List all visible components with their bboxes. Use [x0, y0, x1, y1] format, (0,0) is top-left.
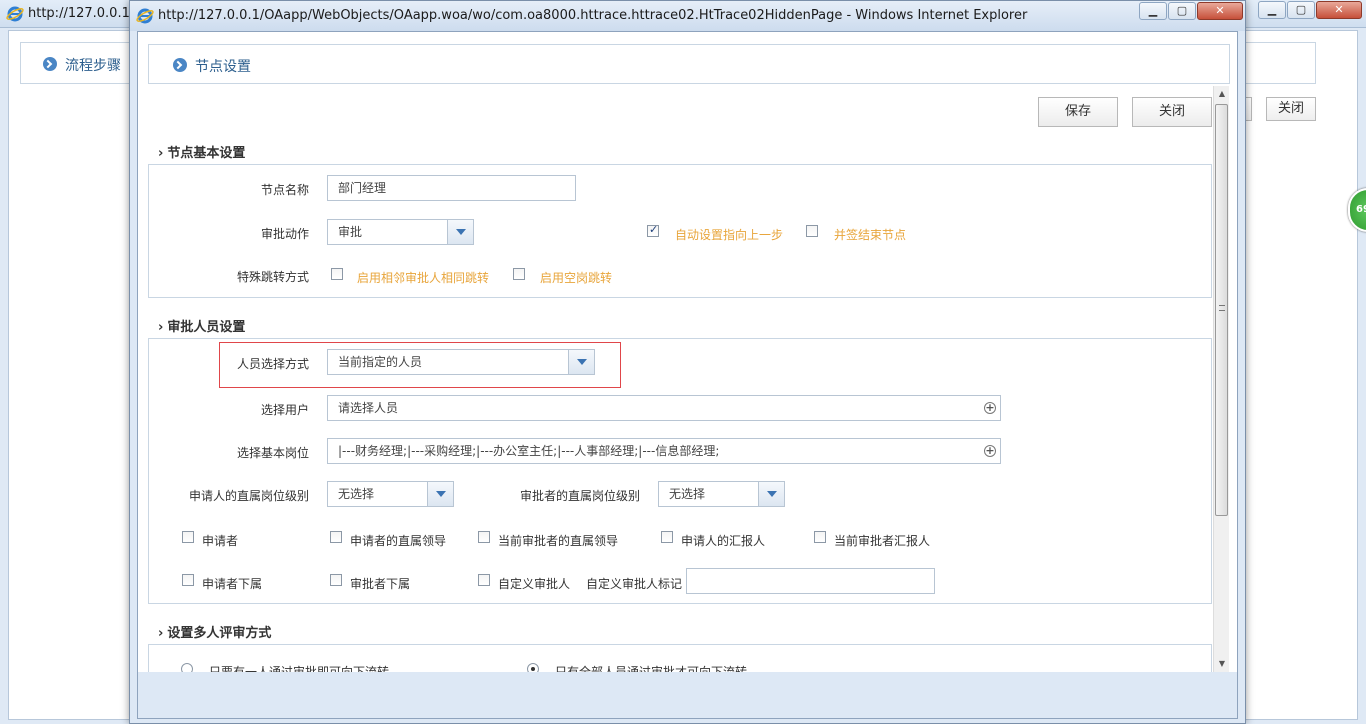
- ie-icon: [6, 6, 24, 22]
- multi-review-title: › 设置多人评审方式: [158, 626, 272, 641]
- basic-settings-title: › 节点基本设置: [158, 146, 246, 161]
- applicant-label: 申请者: [202, 534, 239, 548]
- auto-prev-checkbox[interactable]: [647, 223, 659, 237]
- custom-approver-checkbox[interactable]: [478, 574, 490, 586]
- approver-level-select[interactable]: 无选择: [658, 481, 785, 507]
- basic-settings-panel: 节点名称 部门经理 审批动作 审批 自动设置指向上一步 并签结束节点 特殊跳转方…: [148, 164, 1212, 298]
- node-name-label: 节点名称: [261, 183, 310, 197]
- scroll-down-icon[interactable]: ▼: [1214, 656, 1230, 672]
- chevron-right-icon: ›: [158, 320, 164, 335]
- approver-reporter-label: 当前审批者汇报人: [834, 534, 931, 548]
- ie-icon: [136, 8, 154, 24]
- add-circle-icon[interactable]: +: [984, 402, 996, 414]
- custom-marker-label: 自定义审批人标记: [586, 577, 683, 591]
- applicant-level-select[interactable]: 无选择: [327, 481, 454, 507]
- popup-window-title: http://127.0.0.1/OAapp/WebObjects/OAapp.…: [158, 8, 1028, 23]
- scroll-up-icon[interactable]: ▲: [1214, 86, 1230, 102]
- chevron-right-icon: ›: [158, 146, 164, 161]
- minimize-button[interactable]: ▁: [1258, 1, 1286, 19]
- applicant-subordinate-checkbox[interactable]: [182, 574, 194, 586]
- close-button[interactable]: 关闭: [1132, 97, 1212, 127]
- applicant-leader-checkbox[interactable]: [330, 531, 342, 543]
- page-title: 节点设置: [195, 59, 251, 75]
- select-user-input[interactable]: 请选择人员 +: [327, 395, 1001, 421]
- close-window-button[interactable]: ✕: [1197, 2, 1243, 20]
- countersign-end-label: 并签结束节点: [834, 228, 907, 242]
- approval-action-label: 审批动作: [261, 227, 310, 241]
- scroll-thumb[interactable]: [1215, 104, 1228, 516]
- applicant-reporter-checkbox[interactable]: [661, 531, 673, 543]
- background-window-controls: ▁ ▢ ✕: [1258, 1, 1362, 19]
- background-close-button[interactable]: 关闭: [1266, 97, 1316, 121]
- adjacent-same-label: 启用相邻审批人相同跳转: [357, 271, 490, 285]
- approver-reporter-checkbox[interactable]: [814, 531, 826, 543]
- select-post-label: 选择基本岗位: [237, 446, 310, 460]
- maximize-button[interactable]: ▢: [1168, 2, 1196, 20]
- highlight-frame: [219, 342, 621, 388]
- approver-settings-title: › 审批人员设置: [158, 320, 246, 335]
- auto-prev-label: 自动设置指向上一步: [675, 228, 784, 242]
- custom-approver-label: 自定义审批人: [498, 577, 571, 591]
- popup-content: 节点设置 保存 关闭 ›节点基本设置 节点名称 部门经理 审批动作 审批 自动设…: [137, 31, 1238, 719]
- adjacent-same-checkbox[interactable]: [331, 268, 343, 280]
- background-window-title: http://127.0.0.1/O: [28, 6, 145, 21]
- chevron-circle-icon: [173, 58, 187, 72]
- popup-bottom-strip: [138, 672, 1237, 718]
- chevron-right-icon: ›: [158, 626, 164, 641]
- node-name-input[interactable]: 部门经理: [327, 175, 576, 201]
- add-circle-icon[interactable]: +: [984, 445, 996, 457]
- applicant-reporter-label: 申请人的汇报人: [681, 534, 766, 548]
- special-jump-label: 特殊跳转方式: [237, 270, 310, 284]
- approver-subordinate-checkbox[interactable]: [330, 574, 342, 586]
- chevron-down-icon[interactable]: [447, 220, 473, 244]
- countersign-end-checkbox[interactable]: [806, 225, 818, 237]
- flow-step-label: 流程步骤: [65, 58, 121, 74]
- applicant-subordinate-label: 申请者下属: [202, 577, 263, 591]
- chevron-down-icon[interactable]: [427, 482, 453, 506]
- vertical-scrollbar[interactable]: ▲ ▼: [1213, 86, 1229, 672]
- minimize-button[interactable]: ▁: [1139, 2, 1167, 20]
- chevron-down-icon[interactable]: [758, 482, 784, 506]
- close-window-button[interactable]: ✕: [1316, 1, 1362, 19]
- chevron-circle-icon: [43, 57, 57, 71]
- approver-subordinate-label: 审批者下属: [350, 577, 411, 591]
- custom-marker-input[interactable]: [686, 568, 935, 594]
- applicant-leader-label: 申请者的直属领导: [350, 534, 447, 548]
- vacant-jump-checkbox[interactable]: [513, 268, 525, 280]
- popup-window-controls: ▁ ▢ ✕: [1139, 2, 1243, 20]
- approval-action-select[interactable]: 审批: [327, 219, 474, 245]
- approver-level-label: 审批者的直属岗位级别: [520, 489, 641, 503]
- save-button[interactable]: 保存: [1038, 97, 1118, 127]
- popup-titlebar: http://127.0.0.1/OAapp/WebObjects/OAapp.…: [130, 1, 1245, 31]
- applicant-level-label: 申请人的直属岗位级别: [189, 489, 310, 503]
- approver-leader-checkbox[interactable]: [478, 531, 490, 543]
- node-settings-header: 节点设置: [148, 44, 1230, 84]
- approver-leader-label: 当前审批者的直属领导: [498, 534, 619, 548]
- grip-icon: [1219, 305, 1225, 311]
- maximize-button[interactable]: ▢: [1287, 1, 1315, 19]
- node-settings-popup: http://127.0.0.1/OAapp/WebObjects/OAapp.…: [129, 0, 1246, 724]
- select-post-input[interactable]: |---财务经理;|---采购经理;|---办公室主任;|---人事部经理;|-…: [327, 438, 1001, 464]
- select-user-label: 选择用户: [261, 403, 310, 417]
- applicant-checkbox[interactable]: [182, 531, 194, 543]
- vacant-jump-label: 启用空岗跳转: [540, 271, 613, 285]
